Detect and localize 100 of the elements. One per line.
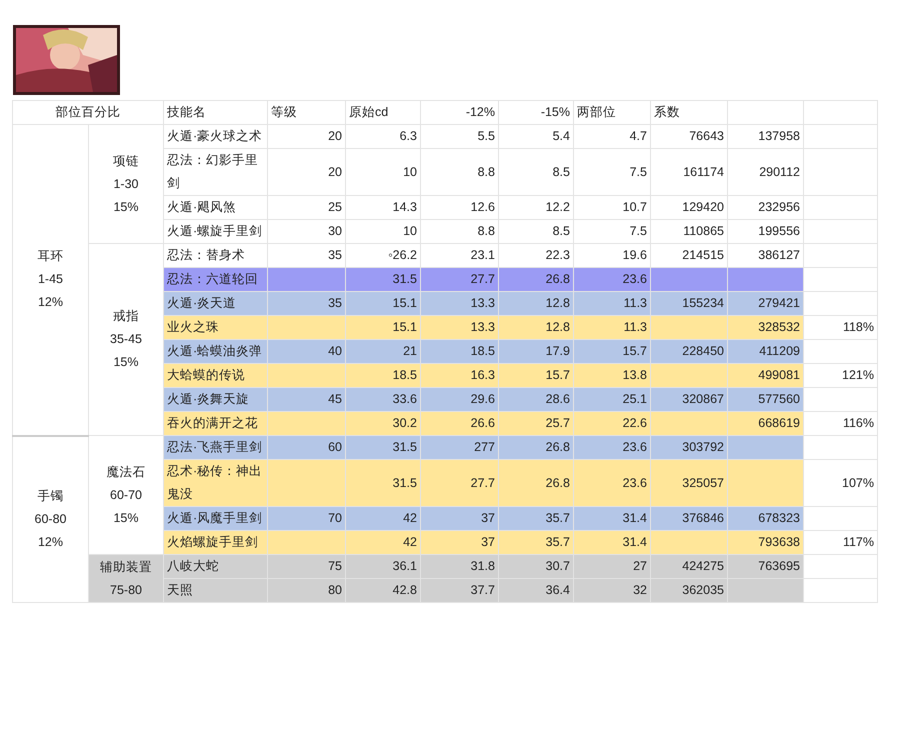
table-cell: 31.4: [574, 530, 650, 554]
table-cell: 忍法：幻影手里剑: [164, 148, 268, 196]
table-cell: 12.8: [498, 316, 574, 340]
table-cell: 25: [268, 196, 346, 220]
table-cell: 32: [574, 578, 650, 602]
table-cell: 129420: [650, 196, 728, 220]
table-cell: 42: [346, 506, 420, 530]
table-cell: 火遁·豪火球之术: [164, 124, 268, 148]
table-cell: 279421: [728, 292, 804, 316]
table-cell: 火遁·炎天道: [164, 292, 268, 316]
table-cell: 10: [346, 220, 420, 244]
table-cell: 11.3: [574, 316, 650, 340]
table-cell: 吞火的满开之花: [164, 412, 268, 436]
table-cell: 26.8: [498, 460, 574, 506]
table-cell: 362035: [650, 578, 728, 602]
table-cell: 228450: [650, 340, 728, 364]
table-cell: 31.5: [346, 460, 420, 506]
table-cell: 20: [268, 148, 346, 196]
table-cell: 大蛤蟆的传说: [164, 364, 268, 388]
table-cell: 25.1: [574, 388, 650, 412]
table-cell: 15.7: [574, 340, 650, 364]
table-cell: 八岐大蛇: [164, 554, 268, 578]
table-cell: 37: [420, 530, 498, 554]
table-cell: 忍法·飞燕手里剑: [164, 436, 268, 460]
table-cell: 70: [268, 506, 346, 530]
table-cell: 6.3: [346, 124, 420, 148]
table-cell: 328532: [728, 316, 804, 340]
table-cell: 60: [268, 436, 346, 460]
table-cell: 7.5: [574, 220, 650, 244]
table-cell: 28.6: [498, 388, 574, 412]
table-cell: 116%: [804, 412, 878, 436]
table-cell: 793638: [728, 530, 804, 554]
table-cell: 12.6: [420, 196, 498, 220]
column-header: 技能名: [164, 100, 268, 124]
table-cell: 13.8: [574, 364, 650, 388]
table-cell: 110865: [650, 220, 728, 244]
table-cell: 35: [268, 292, 346, 316]
table-cell: 29.6: [420, 388, 498, 412]
table-cell: 31.4: [574, 506, 650, 530]
table-cell: 5.5: [420, 124, 498, 148]
table-cell: 80: [268, 578, 346, 602]
table-cell: 天照: [164, 578, 268, 602]
table-cell: 忍法：六道轮回: [164, 268, 268, 292]
table-cell: 15.1: [346, 292, 420, 316]
table-cell: 火遁·飓风煞: [164, 196, 268, 220]
table-cell: 12.2: [498, 196, 574, 220]
table-cell: 18.5: [420, 340, 498, 364]
table-cell: 320867: [650, 388, 728, 412]
table-cell: 199556: [728, 220, 804, 244]
table-cell: 13.3: [420, 292, 498, 316]
table-cell: 76643: [650, 124, 728, 148]
table-cell: 42.8: [346, 578, 420, 602]
table-cell: 22.6: [574, 412, 650, 436]
table-cell: 8.5: [498, 220, 574, 244]
table-cell: 耳环 1-45 12%: [12, 124, 88, 436]
table-cell: 7.5: [574, 148, 650, 196]
column-header: 两部位: [574, 100, 650, 124]
table-cell: 411209: [728, 340, 804, 364]
table-cell: 118%: [804, 316, 878, 340]
table-cell: 10: [346, 148, 420, 196]
table-cell: 42: [346, 530, 420, 554]
column-header: 系数: [650, 100, 728, 124]
table-cell: 36.4: [498, 578, 574, 602]
table-cell: 4.7: [574, 124, 650, 148]
table-cell: 火遁·蛤蟆油炎弹: [164, 340, 268, 364]
column-header: -15%: [498, 100, 574, 124]
table-cell: 33.6: [346, 388, 420, 412]
table-cell: 424275: [650, 554, 728, 578]
table-cell: 27: [574, 554, 650, 578]
table-cell: 16.3: [420, 364, 498, 388]
table-cell: 290112: [728, 148, 804, 196]
table-cell: 17.9: [498, 340, 574, 364]
table-cell: 668619: [728, 412, 804, 436]
table-cell: 火遁·螺旋手里剑: [164, 220, 268, 244]
table-cell: 忍术·秘传：神出鬼没: [164, 460, 268, 506]
table-cell: 121%: [804, 364, 878, 388]
table-cell: 277: [420, 436, 498, 460]
table-cell: 26.6: [420, 412, 498, 436]
table-cell: 36.1: [346, 554, 420, 578]
table-cell: 18.5: [346, 364, 420, 388]
table-cell: 31.5: [346, 268, 420, 292]
table-cell: 75: [268, 554, 346, 578]
table-cell: 8.8: [420, 148, 498, 196]
table-cell: 31.5: [346, 436, 420, 460]
table-cell: 45: [268, 388, 346, 412]
table-cell: 20: [268, 124, 346, 148]
table-cell: 23.6: [574, 436, 650, 460]
table-cell: 26.8: [498, 436, 574, 460]
table-cell: 376846: [650, 506, 728, 530]
table-cell: 37: [420, 506, 498, 530]
table-cell: 303792: [650, 436, 728, 460]
table-cell: 火遁·风魔手里剑: [164, 506, 268, 530]
table-cell: 107%: [804, 460, 878, 506]
table-cell: 21: [346, 340, 420, 364]
table-cell: 325057: [650, 460, 728, 506]
column-header: 原始cd: [346, 100, 420, 124]
table-cell: 117%: [804, 530, 878, 554]
table-cell: 161174: [650, 148, 728, 196]
table-cell: 辅助装置 75-80: [88, 554, 164, 602]
table-cell: 火遁·炎舞天旋: [164, 388, 268, 412]
